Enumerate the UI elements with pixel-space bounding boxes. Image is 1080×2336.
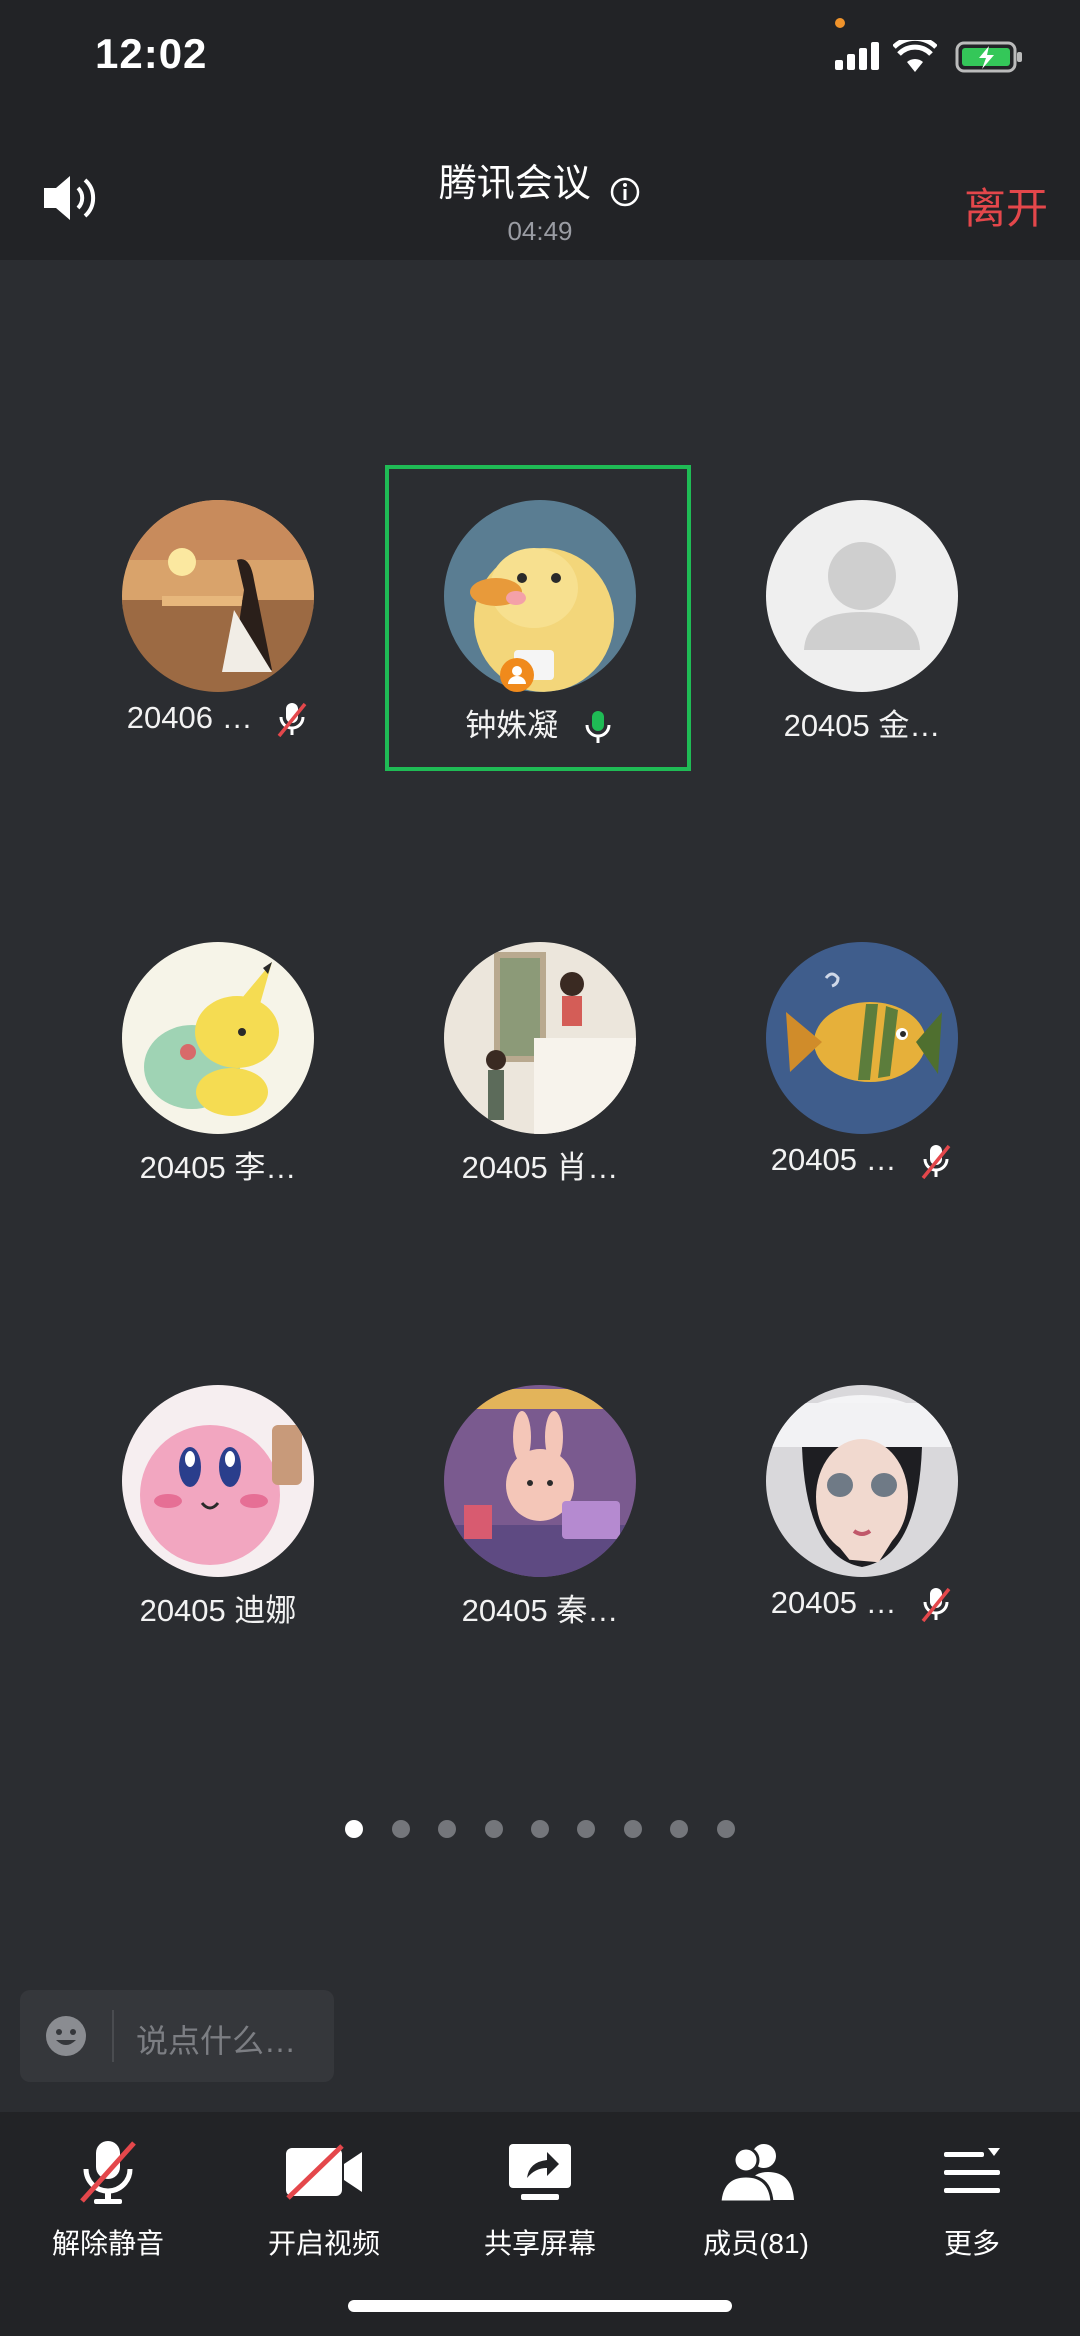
video-off-icon (286, 2144, 362, 2200)
participant-name: 20405 … (770, 1142, 897, 1178)
participant-name: 20405 李… (139, 1150, 297, 1185)
wifi-icon (893, 40, 937, 72)
share-screen-label: 共享屏幕 (483, 2228, 596, 2259)
participant-tile[interactable]: 钟姝凝 (322, 500, 642, 800)
avatar (444, 942, 636, 1134)
participant-tile[interactable]: 20405 … (644, 1385, 964, 1685)
avatar (444, 1385, 636, 1577)
unmute-button[interactable]: 解除静音 (8, 2130, 208, 2262)
participant-name: 20406 … (126, 700, 253, 736)
share-screen-icon (509, 2144, 571, 2200)
meeting-title: 腾讯会议 (438, 163, 591, 205)
members-label: 成员(81) (703, 2228, 809, 2259)
cellular-signal-icon (835, 42, 879, 70)
avatar (444, 500, 636, 692)
participant-tile[interactable]: 20405 … (644, 942, 964, 1242)
chat-divider (112, 2010, 114, 2062)
battery-charging-icon (955, 41, 1022, 73)
participant-name: 20405 … (770, 1585, 897, 1621)
participant-name: 钟姝凝 (465, 708, 559, 743)
page-dot[interactable] (716, 1820, 735, 1838)
chat-input[interactable]: 说点什么… (20, 1990, 334, 2082)
participant-name-row: 20405 … (644, 1585, 1080, 1625)
participant-tile[interactable]: 20405 肖… (322, 942, 642, 1242)
mic-active-icon (585, 710, 611, 743)
participant-name: 20405 金… (783, 708, 941, 743)
mic-muted-icon (921, 1587, 951, 1623)
members-button[interactable]: 成员(81) (656, 2130, 856, 2262)
chat-placeholder: 说点什么… (136, 2023, 297, 2059)
page-dot[interactable] (531, 1820, 549, 1838)
page-dot[interactable] (438, 1820, 457, 1838)
start-video-button[interactable]: 开启视频 (224, 2130, 424, 2262)
status-time: 12:02 (95, 30, 208, 77)
page-dot[interactable] (391, 1820, 410, 1838)
page-dot[interactable] (484, 1820, 503, 1838)
host-badge-icon (500, 658, 534, 692)
avatar (122, 500, 314, 692)
page-dot[interactable] (623, 1820, 642, 1838)
mic-muted-icon (80, 2141, 136, 2204)
leave-button[interactable]: 离开 (964, 175, 1048, 236)
share-screen-button[interactable]: 共享屏幕 (440, 2130, 640, 2262)
avatar (122, 942, 314, 1134)
mic-muted-icon (277, 702, 307, 738)
participant-tile[interactable]: 20405 金… (644, 500, 964, 800)
more-button[interactable]: 更多 (872, 2130, 1072, 2262)
avatar (122, 1385, 314, 1577)
participant-name: 20405 秦… (461, 1593, 619, 1628)
participant-name: 20405 迪娜 (139, 1593, 297, 1628)
participant-name-row: 20405 金… (644, 700, 1080, 745)
page-dot-active[interactable] (345, 1820, 364, 1838)
participant-tile[interactable]: 20405 李… (0, 942, 320, 1242)
emoji-icon[interactable] (44, 2014, 88, 2058)
avatar (766, 500, 958, 692)
unmute-label: 解除静音 (51, 2228, 164, 2259)
participant-tile[interactable]: 20406 … (0, 500, 320, 800)
participant-name: 20405 肖… (461, 1150, 619, 1185)
privacy-indicator-dot (835, 18, 845, 28)
mic-muted-icon (921, 1144, 951, 1180)
meeting-title-area[interactable]: 腾讯会议 (0, 152, 1080, 208)
members-icon (718, 2144, 794, 2204)
avatar (766, 1385, 958, 1577)
page-indicator[interactable] (0, 1820, 1080, 1843)
avatar (766, 942, 958, 1134)
info-icon[interactable] (609, 176, 641, 208)
more-menu-icon (944, 2148, 1000, 2193)
home-indicator[interactable] (348, 2300, 732, 2312)
participant-name-row: 20405 … (644, 1142, 1080, 1182)
page-dot[interactable] (577, 1820, 596, 1838)
participant-tile[interactable]: 20405 秦… (322, 1385, 642, 1685)
meeting-duration: 04:49 (507, 216, 573, 246)
start-video-label: 开启视频 (267, 2228, 380, 2259)
participant-tile[interactable]: 20405 迪娜 (0, 1385, 320, 1685)
page-dot[interactable] (670, 1820, 689, 1838)
more-label: 更多 (943, 2228, 1000, 2259)
